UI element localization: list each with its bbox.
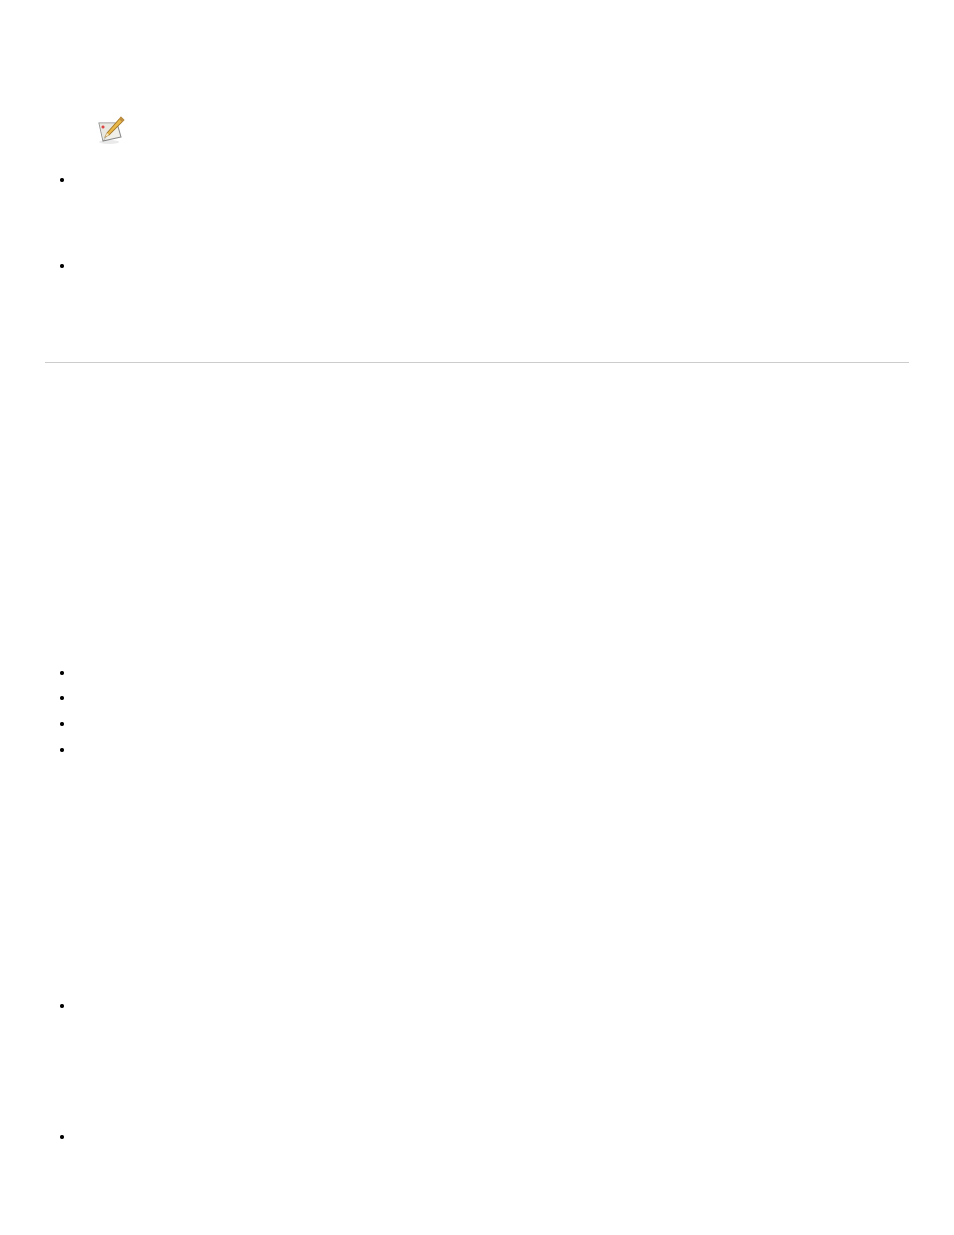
icon-row	[95, 115, 934, 150]
list-item	[75, 714, 934, 735]
list-item	[75, 1127, 934, 1148]
list-item	[75, 170, 934, 191]
list-item	[75, 256, 934, 277]
list-item	[75, 996, 934, 1017]
list-item	[75, 688, 934, 709]
divider	[45, 362, 909, 363]
edit-icon	[95, 115, 127, 150]
list-section-2	[75, 663, 934, 761]
list-section-1	[75, 170, 934, 277]
list-item	[75, 663, 934, 684]
list-section-3	[75, 996, 934, 1148]
main-content	[0, 0, 954, 1167]
list-item	[75, 740, 934, 761]
